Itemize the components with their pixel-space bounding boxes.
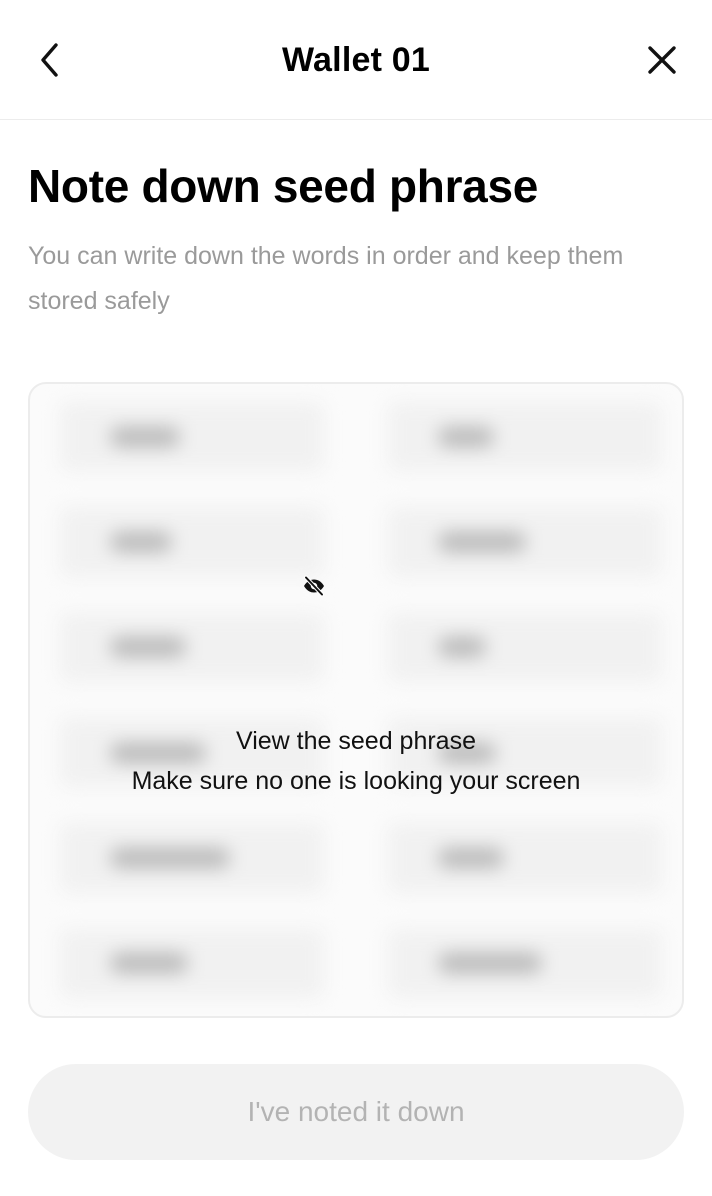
- close-button[interactable]: [640, 38, 684, 82]
- page-subtitle: You can write down the words in order an…: [28, 242, 624, 315]
- eye-off-icon: [304, 575, 324, 597]
- seed-phrase-card: View the seed phrase Make sure no one is…: [28, 382, 684, 1018]
- close-icon: [648, 46, 676, 74]
- reveal-title: View the seed phrase: [236, 727, 476, 755]
- seed-phrase-screen: Wallet 01 Note down seed phrase You can …: [0, 0, 712, 1196]
- noted-confirm-button[interactable]: I've noted it down: [28, 1064, 684, 1160]
- header-title: Wallet 01: [282, 41, 430, 79]
- reveal-seed-overlay[interactable]: View the seed phrase Make sure no one is…: [30, 384, 682, 1016]
- page-title: Note down seed phrase: [28, 160, 539, 212]
- reveal-warning: Make sure no one is looking your screen: [131, 767, 581, 795]
- header-bar: Wallet 01: [0, 0, 712, 120]
